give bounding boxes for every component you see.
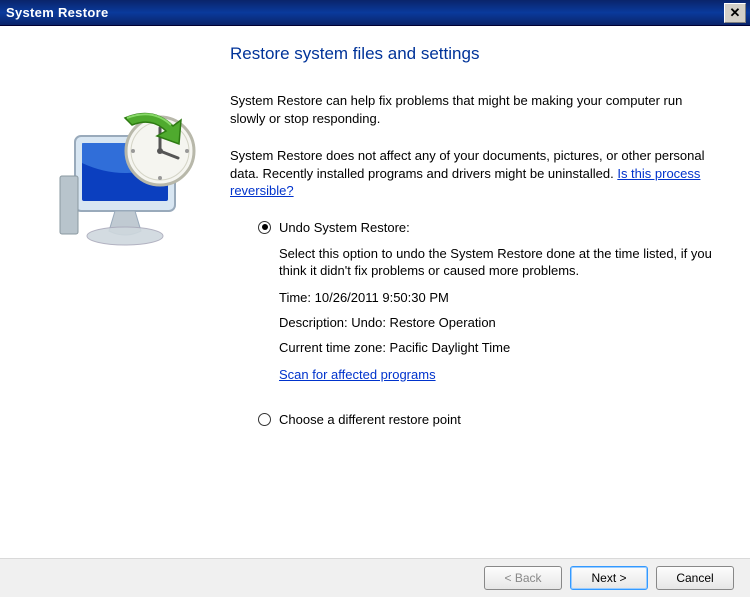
page-heading: Restore system files and settings xyxy=(230,44,720,64)
intro-text-2: System Restore does not affect any of yo… xyxy=(230,147,720,200)
close-button[interactable]: ✕ xyxy=(724,3,746,23)
desc-label: Description: xyxy=(279,315,351,330)
tz-value: Pacific Daylight Time xyxy=(390,340,511,355)
window-title: System Restore xyxy=(6,5,724,20)
radio-icon xyxy=(258,221,271,234)
scan-link-wrap: Scan for affected programs xyxy=(279,367,720,382)
option-undo-details: Select this option to undo the System Re… xyxy=(279,245,720,382)
content-area: Restore system files and settings System… xyxy=(0,26,750,558)
radio-icon xyxy=(258,413,271,426)
back-button[interactable]: < Back xyxy=(484,566,562,590)
restore-description: Description: Undo: Restore Operation xyxy=(279,315,720,330)
option-choose-different[interactable]: Choose a different restore point xyxy=(258,412,720,427)
wizard-button-bar: < Back Next > Cancel xyxy=(0,558,750,597)
titlebar: System Restore ✕ xyxy=(0,0,750,26)
option-undo-restore[interactable]: Undo System Restore: xyxy=(258,220,720,235)
tz-label: Current time zone: xyxy=(279,340,390,355)
time-label: Time: xyxy=(279,290,315,305)
desc-value: Undo: Restore Operation xyxy=(351,315,496,330)
time-value: 10/26/2011 9:50:30 PM xyxy=(315,290,449,305)
system-restore-icon xyxy=(30,76,200,266)
intro-text-1: System Restore can help fix problems tha… xyxy=(230,92,720,127)
option-undo-label: Undo System Restore: xyxy=(279,220,410,235)
cancel-button[interactable]: Cancel xyxy=(656,566,734,590)
restore-options: Undo System Restore: Select this option … xyxy=(258,220,720,427)
close-icon: ✕ xyxy=(730,5,741,21)
next-button[interactable]: Next > xyxy=(570,566,648,590)
restore-timezone: Current time zone: Pacific Daylight Time xyxy=(279,340,720,355)
scan-affected-link[interactable]: Scan for affected programs xyxy=(279,367,436,382)
undo-description: Select this option to undo the System Re… xyxy=(279,245,720,280)
main-panel: Restore system files and settings System… xyxy=(230,26,750,558)
restore-time: Time: 10/26/2011 9:50:30 PM xyxy=(279,290,720,305)
option-choose-label: Choose a different restore point xyxy=(279,412,461,427)
left-panel xyxy=(0,26,230,558)
